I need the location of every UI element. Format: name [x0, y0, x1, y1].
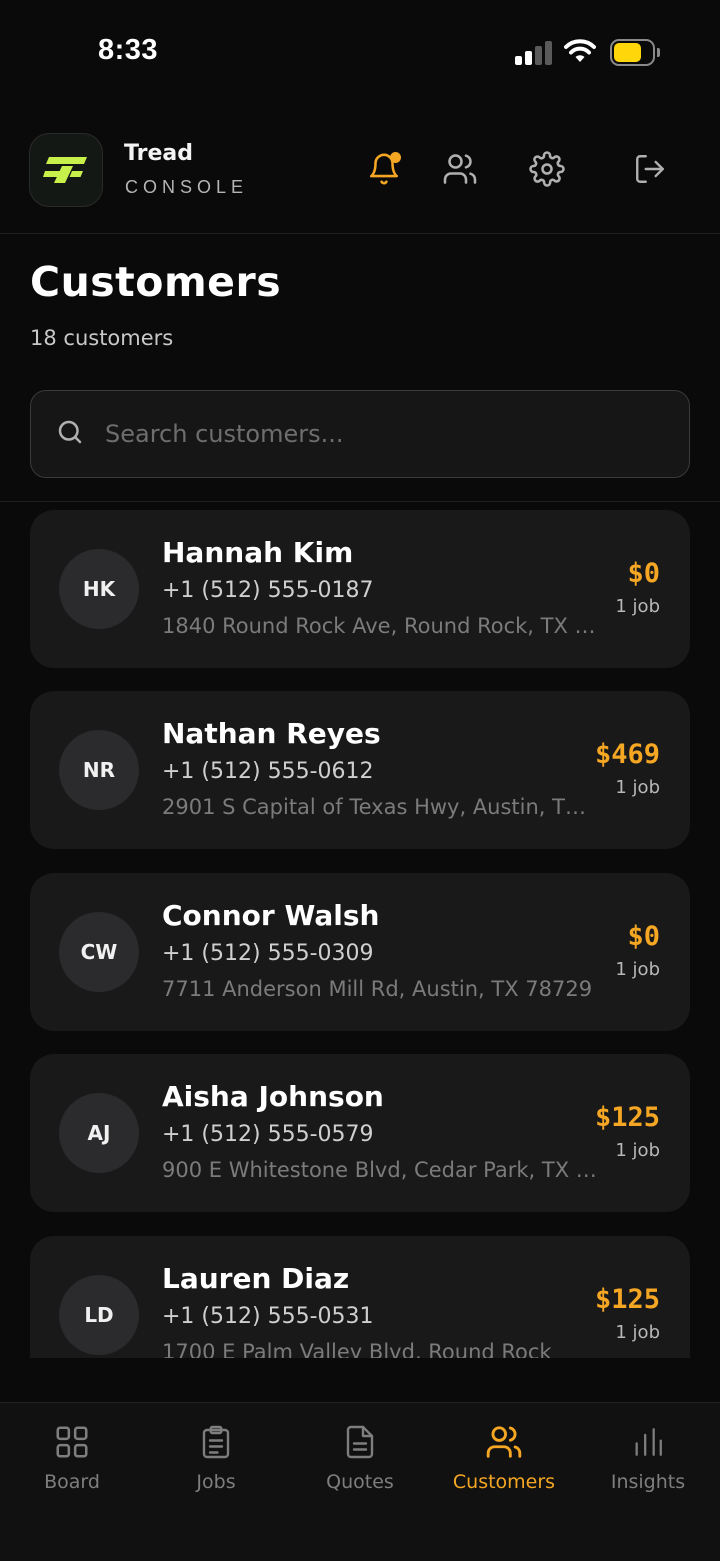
customer-phone: +1 (512) 555-0612 — [162, 759, 374, 784]
app-header: Tread CONSOLE — [0, 105, 720, 234]
customer-amount: $469 — [594, 739, 660, 770]
avatar: CW — [59, 912, 139, 992]
tab-label: Jobs — [196, 1471, 236, 1493]
tab-label: Customers — [452, 1471, 556, 1493]
team-button[interactable] — [438, 147, 482, 191]
customer-jobs: 1 job — [615, 777, 660, 798]
bottom-tab-bar: Board Jobs Quotes Customers Insights — [0, 1402, 720, 1561]
document-icon — [346, 1425, 374, 1459]
tab-customers[interactable]: Customers — [432, 1403, 576, 1513]
search-box[interactable] — [30, 390, 690, 478]
tab-label: Board — [44, 1471, 100, 1493]
status-bar: 8:33 — [0, 0, 720, 105]
customer-jobs: 1 job — [615, 1140, 660, 1161]
customer-phone: +1 (512) 555-0309 — [162, 941, 374, 966]
tab-board[interactable]: Board — [0, 1403, 144, 1513]
brand-subtitle: CONSOLE — [125, 177, 249, 197]
customer-card[interactable]: CW Connor Walsh +1 (512) 555-0309 7711 A… — [30, 873, 690, 1031]
customer-amount: $0 — [627, 558, 660, 589]
brand-name: Tread — [124, 141, 193, 166]
gear-icon — [529, 151, 565, 187]
logout-icon — [636, 155, 664, 183]
customer-card[interactable]: HK Hannah Kim +1 (512) 555-0187 1840 Rou… — [30, 510, 690, 668]
customer-name: Hannah Kim — [162, 536, 354, 569]
avatar: NR — [59, 730, 139, 810]
settings-button[interactable] — [525, 147, 569, 191]
battery-icon — [610, 39, 660, 66]
tab-label: Quotes — [326, 1471, 394, 1493]
wifi-icon — [564, 38, 596, 64]
search-input[interactable] — [105, 391, 665, 477]
tab-jobs[interactable]: Jobs — [144, 1403, 288, 1513]
avatar: AJ — [59, 1093, 139, 1173]
users-icon — [443, 154, 477, 184]
status-time: 8:33 — [98, 34, 159, 66]
grid-icon — [56, 1426, 88, 1458]
search-icon — [58, 420, 82, 444]
bar-chart-icon — [635, 1428, 662, 1456]
customer-amount: $125 — [594, 1102, 660, 1133]
customer-list[interactable]: HK Hannah Kim +1 (512) 555-0187 1840 Rou… — [0, 510, 720, 1358]
customer-name: Connor Walsh — [162, 899, 380, 932]
customer-name: Nathan Reyes — [162, 717, 381, 750]
notifications-button[interactable] — [362, 147, 406, 191]
avatar: LD — [59, 1275, 139, 1355]
header-divider — [0, 501, 720, 502]
customer-card[interactable]: LD Lauren Diaz +1 (512) 555-0531 1700 E … — [30, 1236, 690, 1358]
customer-amount: $0 — [627, 921, 660, 952]
tread-logo — [29, 133, 103, 207]
users-icon — [486, 1426, 522, 1458]
tab-insights[interactable]: Insights — [576, 1403, 720, 1513]
customer-jobs: 1 job — [615, 1322, 660, 1343]
customer-address: 1840 Round Rock Ave, Round Rock, TX 7868… — [162, 614, 598, 638]
logout-button[interactable] — [628, 147, 672, 191]
customer-count: 18 customers — [30, 326, 174, 350]
customer-address: 7711 Anderson Mill Rd, Austin, TX 78729 — [162, 977, 593, 1001]
customer-phone: +1 (512) 555-0187 — [162, 578, 374, 603]
customer-card[interactable]: AJ Aisha Johnson +1 (512) 555-0579 900 E… — [30, 1054, 690, 1212]
customer-phone: +1 (512) 555-0531 — [162, 1304, 374, 1329]
tab-label: Insights — [610, 1471, 686, 1493]
cellular-signal-icon — [515, 41, 553, 65]
customer-name: Aisha Johnson — [162, 1080, 384, 1113]
customer-address: 2901 S Capital of Texas Hwy, Austin, TX … — [162, 795, 598, 819]
clipboard-icon — [202, 1425, 230, 1459]
customer-card[interactable]: NR Nathan Reyes +1 (512) 555-0612 2901 S… — [30, 691, 690, 849]
customer-address: 1700 E Palm Valley Blvd, Round Rock — [162, 1340, 552, 1358]
customer-jobs: 1 job — [615, 959, 660, 980]
avatar: HK — [59, 549, 139, 629]
customer-jobs: 1 job — [615, 596, 660, 617]
tab-quotes[interactable]: Quotes — [288, 1403, 432, 1513]
customer-name: Lauren Diaz — [162, 1262, 350, 1295]
customer-phone: +1 (512) 555-0579 — [162, 1122, 374, 1147]
customer-address: 900 E Whitestone Blvd, Cedar Park, TX 78… — [162, 1158, 598, 1182]
customer-amount: $125 — [594, 1284, 660, 1315]
notification-dot — [390, 152, 401, 163]
page-title: Customers — [30, 258, 282, 306]
